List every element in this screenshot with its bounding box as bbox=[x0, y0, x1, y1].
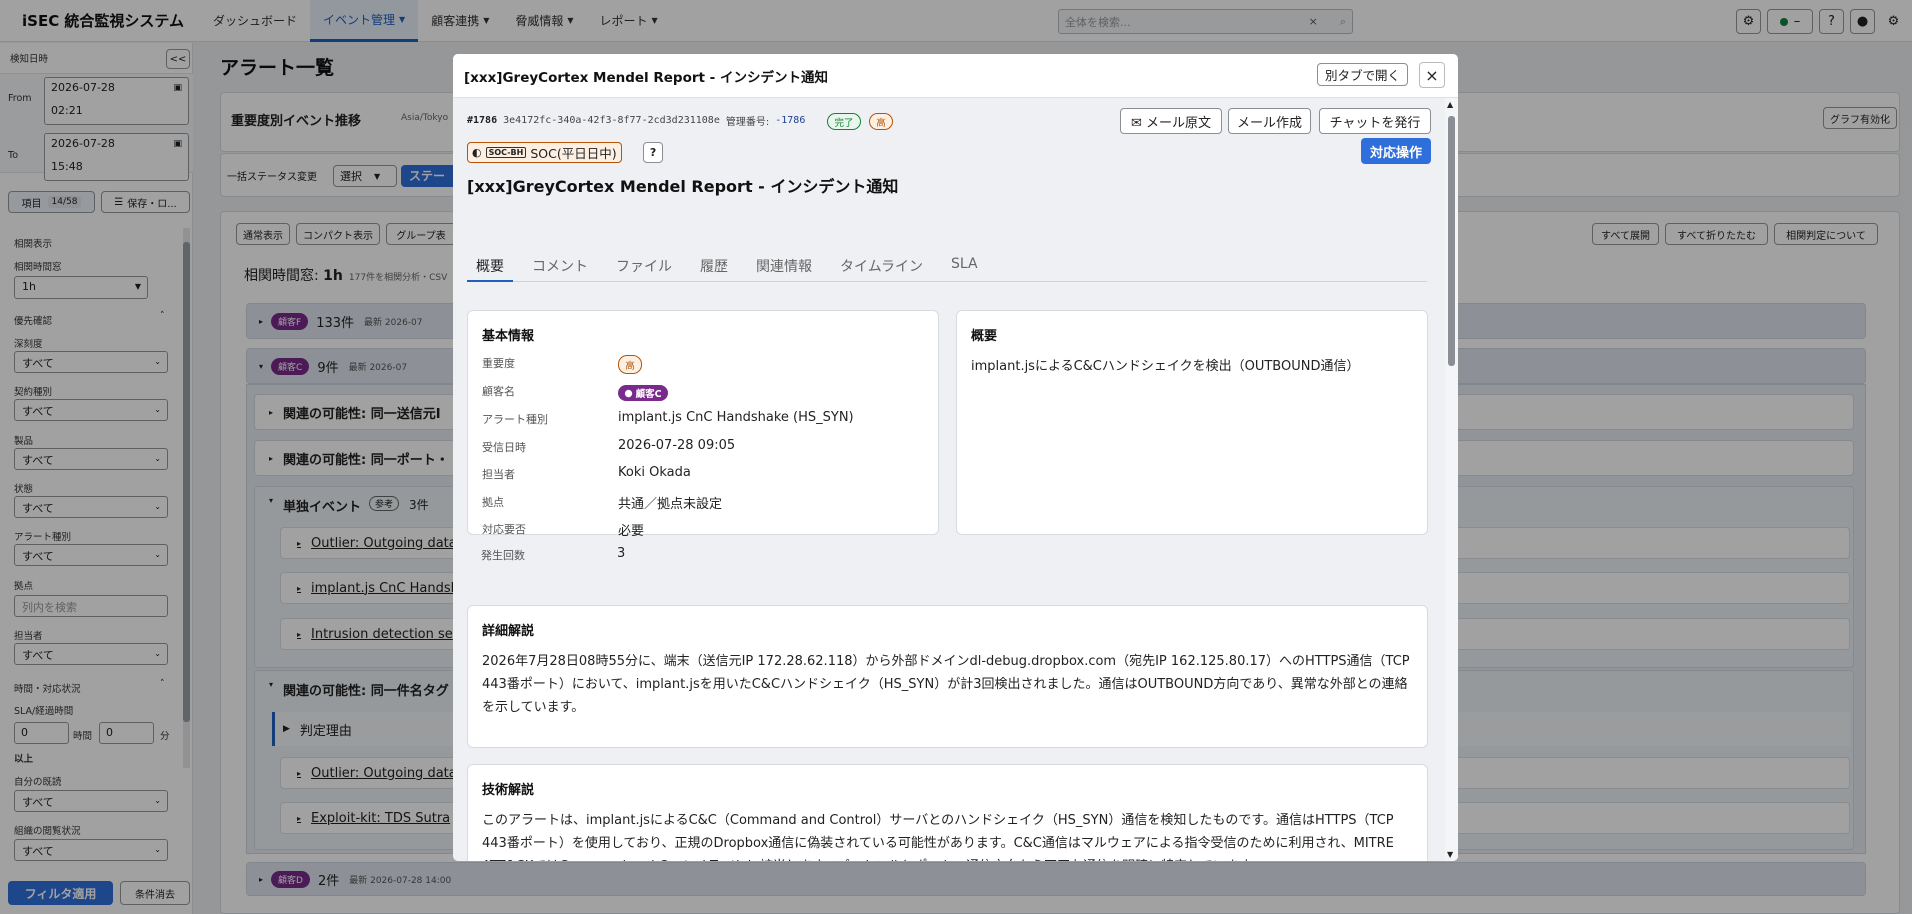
occurrence-count-value: 3 bbox=[617, 546, 626, 561]
issue-chat-button[interactable]: チャットを発行 bbox=[1319, 108, 1431, 134]
modal-scrollbar[interactable]: ▲ ▼ bbox=[1445, 98, 1458, 861]
field-label: 重要度 bbox=[482, 357, 515, 370]
basic-info-title: 基本情報 bbox=[482, 329, 535, 344]
tab-files[interactable]: ファイル bbox=[607, 256, 681, 282]
scroll-up-icon[interactable]: ▲ bbox=[1447, 100, 1453, 109]
incident-meta: #1786 3e4172fc-340a-42f3-8f77-2cd3d23110… bbox=[467, 113, 805, 128]
field-label: 対応要否 bbox=[482, 523, 526, 536]
customer-badge: ● 顧客C bbox=[618, 385, 668, 401]
technical-text: このアラートは、implant.jsによるC&C（Command and Con… bbox=[482, 813, 1394, 861]
modal-header: [xxx]GreyCortex Mendel Report - インシデント通知… bbox=[453, 54, 1458, 98]
mgmt-number-label: 管理番号: bbox=[725, 117, 770, 128]
help-icon[interactable]: ? bbox=[643, 142, 663, 163]
scrollbar-thumb[interactable] bbox=[1448, 116, 1455, 366]
respond-action-button[interactable]: 対応操作 bbox=[1361, 138, 1431, 164]
technical-panel: 技術解説 このアラートは、implant.jsによるC&C（Command an… bbox=[467, 764, 1428, 861]
soc-tag: ◐ SOC-BH SOC(平日日中) bbox=[467, 142, 622, 163]
incident-heading: [xxx]GreyCortex Mendel Report - インシデント通知 bbox=[467, 177, 899, 196]
detail-title: 詳細解説 bbox=[482, 624, 535, 639]
modal-tabs: 概要 コメント ファイル 履歴 関連情報 タイムライン SLA bbox=[467, 256, 1427, 282]
tab-related[interactable]: 関連情報 bbox=[747, 256, 821, 282]
status-badge: 完了 bbox=[827, 113, 861, 130]
open-new-tab-button[interactable]: 別タブで開く bbox=[1317, 63, 1409, 86]
incident-id: #1786 bbox=[467, 115, 498, 126]
severity-badge: 高 bbox=[618, 355, 642, 374]
half-circle-icon: ◐ bbox=[472, 146, 482, 159]
dot-icon: ● bbox=[624, 387, 633, 399]
summary-title: 概要 bbox=[971, 329, 998, 344]
summary-text: implant.jsによるC&Cハンドシェイクを検出（OUTBOUND通信） bbox=[971, 359, 1360, 374]
severity-badge: 高 bbox=[869, 113, 893, 130]
basic-info-panel: 基本情報 重要度 高 顧客名 ● 顧客C アラート種別 implant.js Cn… bbox=[467, 310, 939, 539]
mail-original-button[interactable]: ✉ メール原文 bbox=[1120, 108, 1222, 134]
incident-uuid: 3e4172fc-340a-42f3-8f77-2cd3d231108e bbox=[503, 115, 720, 126]
tab-sla[interactable]: SLA bbox=[942, 256, 987, 282]
modal-body: #1786 3e4172fc-340a-42f3-8f77-2cd3d23110… bbox=[453, 98, 1443, 861]
tab-overview[interactable]: 概要 bbox=[467, 256, 513, 282]
field-label: 発生回数 bbox=[481, 549, 525, 562]
scroll-down-icon[interactable]: ▼ bbox=[1447, 850, 1453, 859]
detail-text: 2026年7月28日08時55分に、端末（送信元IP 172.28.62.118… bbox=[482, 654, 1410, 715]
assignee-value: Koki Okada bbox=[618, 465, 691, 480]
field-label: 顧客名 bbox=[482, 385, 515, 398]
summary-panel: 概要 implant.jsによるC&Cハンドシェイクを検出（OUTBOUND通信… bbox=[956, 310, 1428, 535]
tab-comments[interactable]: コメント bbox=[523, 256, 597, 282]
soc-label: SOC(平日日中) bbox=[530, 146, 617, 161]
field-label: アラート種別 bbox=[482, 413, 548, 426]
field-label: 拠点 bbox=[482, 496, 504, 509]
mgmt-number-value: -1786 bbox=[775, 115, 806, 126]
close-icon[interactable]: × bbox=[1419, 62, 1445, 88]
detail-panel: 詳細解説 2026年7月28日08時55分に、端末（送信元IP 172.28.6… bbox=[467, 605, 1428, 748]
tab-timeline[interactable]: タイムライン bbox=[831, 256, 932, 282]
tab-history[interactable]: 履歴 bbox=[691, 256, 737, 282]
alert-type-value: implant.js CnC Handshake (HS_SYN) bbox=[618, 410, 854, 425]
modal-title: [xxx]GreyCortex Mendel Report - インシデント通知 bbox=[464, 70, 828, 86]
received-at-value: 2026-07-28 09:05 bbox=[618, 438, 736, 453]
field-label: 受信日時 bbox=[482, 441, 526, 454]
customer-name: 顧客C bbox=[635, 389, 662, 400]
location-value: 共通／拠点未設定 bbox=[618, 497, 723, 512]
technical-title: 技術解説 bbox=[482, 783, 535, 798]
incident-modal: [xxx]GreyCortex Mendel Report - インシデント通知… bbox=[453, 54, 1458, 861]
field-label: 担当者 bbox=[482, 468, 515, 481]
soc-code: SOC-BH bbox=[485, 147, 527, 158]
response-required-value: 必要 bbox=[618, 524, 645, 539]
mail-compose-button[interactable]: メール作成 bbox=[1228, 108, 1311, 134]
